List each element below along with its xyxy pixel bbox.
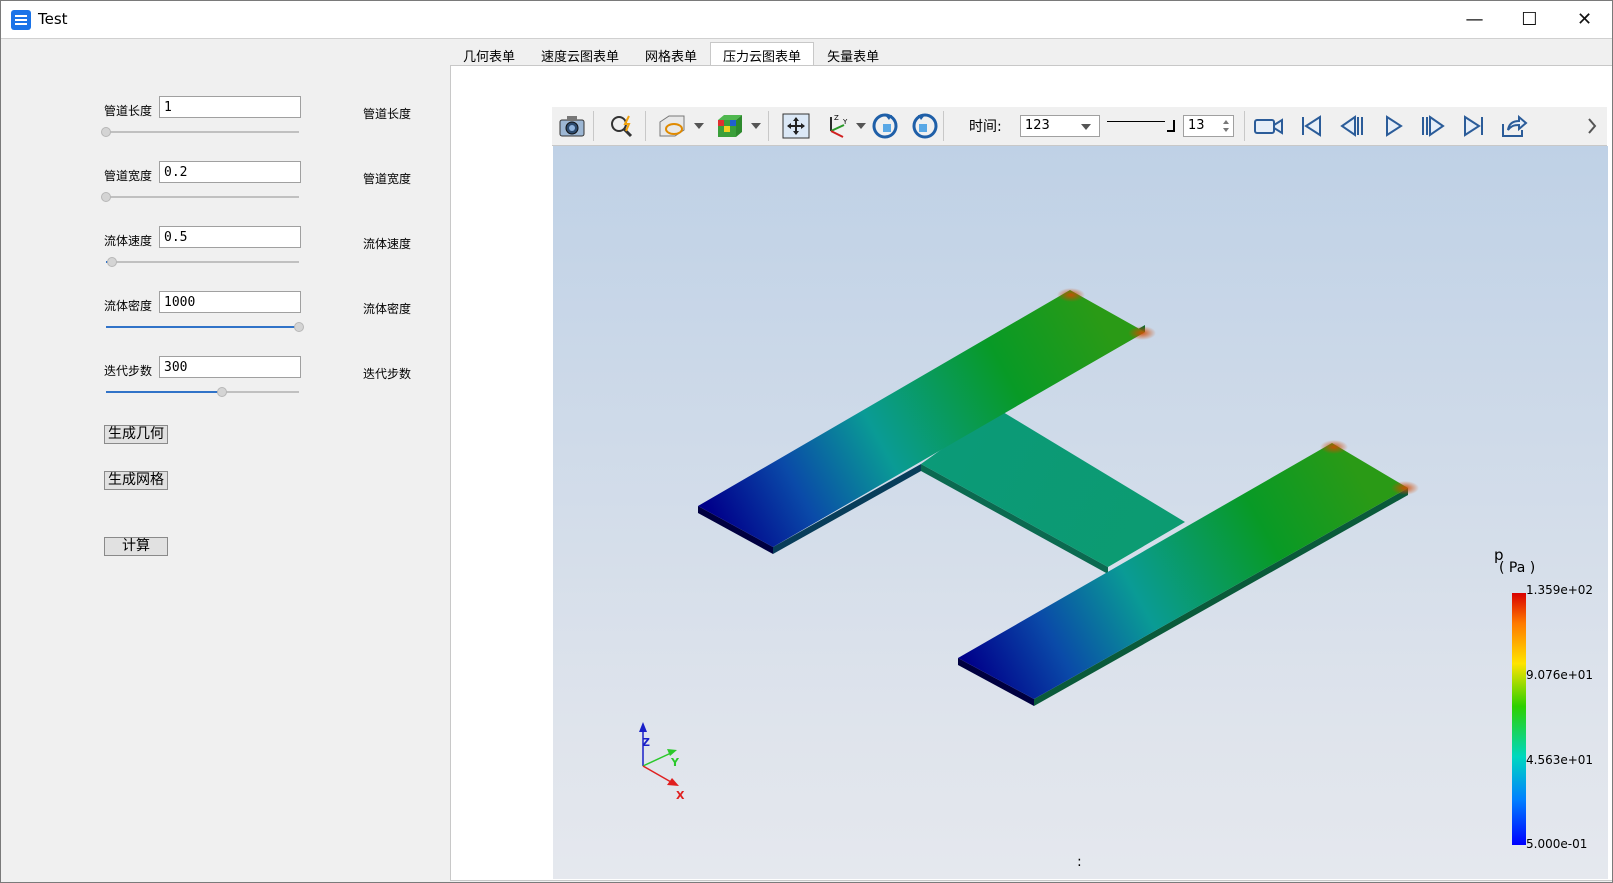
slider-handle[interactable] <box>101 192 111 202</box>
legend-tick-high: 9.076e+01 <box>1526 668 1594 682</box>
pipe-width-slider[interactable] <box>101 191 299 203</box>
chevron-down-icon[interactable] <box>751 123 761 129</box>
tab-bar: 几何表单 速度云图表单 网格表单 压力云图表单 矢量表单 <box>450 42 892 66</box>
toolbar-separator <box>768 111 769 141</box>
frame-spinbox[interactable]: 13 <box>1183 115 1234 137</box>
time-label: 时间: <box>969 119 1002 135</box>
iterations-input[interactable] <box>159 356 301 378</box>
fluid-density-label: 流体密度 <box>104 299 153 313</box>
maximize-button[interactable]: ☐ <box>1502 1 1557 38</box>
tab-velocity-contour[interactable]: 速度云图表单 <box>528 42 632 66</box>
window-title: Test <box>38 10 68 28</box>
pipe-width-label: 管道宽度 <box>104 169 153 183</box>
axis-z-label: Z <box>642 736 650 749</box>
slider-handle[interactable] <box>101 127 111 137</box>
fluid-velocity-label: 流体速度 <box>104 234 153 248</box>
viewer-status-text: : <box>1077 854 1082 870</box>
zoom-magic-icon[interactable] <box>608 113 638 139</box>
chevron-down-icon[interactable] <box>856 123 866 129</box>
time-select[interactable]: 123 <box>1020 115 1100 137</box>
toolbar-separator <box>593 111 594 141</box>
rotate-ccw-icon[interactable] <box>910 113 940 139</box>
chevron-down-icon[interactable] <box>694 123 704 129</box>
pipe-length-slider[interactable] <box>101 126 299 138</box>
fluid-density-input[interactable] <box>159 291 301 313</box>
fluid-density-slider[interactable] <box>106 321 304 333</box>
title-bar: Test — ☐ ✕ <box>1 1 1612 39</box>
generate-geometry-button[interactable]: 生成几何 <box>104 425 168 444</box>
frame-spinbox-value: 13 <box>1188 118 1205 133</box>
time-select-value: 123 <box>1025 118 1050 133</box>
next-frame-icon[interactable] <box>1418 113 1448 139</box>
toolbar-separator <box>645 111 646 141</box>
legend-tick-min: 5.000e-01 <box>1526 837 1588 851</box>
tab-geometry[interactable]: 几何表单 <box>450 42 528 66</box>
color-cube-icon[interactable] <box>715 113 745 139</box>
toolbar-overflow-icon[interactable] <box>1582 113 1602 139</box>
tab-vector[interactable]: 矢量表单 <box>814 42 892 66</box>
legend-unit: ( Pa ) <box>1499 560 1536 576</box>
prev-frame-icon[interactable] <box>1337 113 1367 139</box>
video-camera-icon[interactable] <box>1254 113 1284 139</box>
legend-tick-max: 1.359e+02 <box>1526 583 1594 597</box>
axes-icon[interactable]: ZY <box>821 113 851 139</box>
orientation-axes <box>639 722 679 786</box>
toolbar-separator <box>1244 111 1245 141</box>
rotate-cw-icon[interactable] <box>870 113 900 139</box>
pipe-width-input[interactable] <box>159 161 301 183</box>
iterations-slider[interactable] <box>106 386 299 398</box>
close-button[interactable]: ✕ <box>1557 1 1612 38</box>
time-slider-handle[interactable] <box>1167 120 1175 132</box>
pipe-width-value-label: 管道宽度 <box>363 172 412 186</box>
spin-up-icon[interactable] <box>1223 120 1229 124</box>
pipe-length-input[interactable] <box>159 96 301 118</box>
svg-text:Y: Y <box>842 118 848 126</box>
box-select-icon[interactable] <box>657 113 687 139</box>
fluid-density-value-label: 流体密度 <box>363 302 412 316</box>
render-viewport[interactable] <box>553 146 1608 879</box>
fluid-velocity-slider[interactable] <box>106 256 299 268</box>
first-frame-icon[interactable] <box>1296 113 1326 139</box>
play-icon[interactable] <box>1378 113 1408 139</box>
tab-pressure-contour[interactable]: 压力云图表单 <box>710 42 815 66</box>
compute-button[interactable]: 计算 <box>104 537 168 556</box>
slider-handle[interactable] <box>106 257 117 267</box>
slider-handle[interactable] <box>294 322 304 332</box>
chevron-down-icon <box>1081 124 1091 130</box>
svg-text:Z: Z <box>834 114 839 122</box>
axis-y-label: Y <box>671 756 679 769</box>
iterations-value-label: 迭代步数 <box>363 367 412 381</box>
fluid-velocity-value-label: 流体速度 <box>363 237 412 251</box>
export-icon[interactable] <box>1499 113 1529 139</box>
pipe-length-value-label: 管道长度 <box>363 107 412 121</box>
last-frame-icon[interactable] <box>1459 113 1489 139</box>
app-window: Test — ☐ ✕ 管道长度 管道长度 管道宽度 管道宽度 流体速度 流体速度… <box>0 0 1613 883</box>
time-slider-track[interactable] <box>1107 121 1165 122</box>
toolbar-separator <box>943 111 944 141</box>
minimize-button[interactable]: — <box>1447 1 1502 38</box>
app-icon <box>11 10 31 30</box>
axis-x-label: X <box>676 789 685 802</box>
tab-mesh[interactable]: 网格表单 <box>632 42 710 66</box>
spin-down-icon[interactable] <box>1223 128 1229 132</box>
generate-mesh-button[interactable]: 生成网格 <box>104 471 168 490</box>
camera-icon[interactable] <box>557 113 587 139</box>
iterations-label: 迭代步数 <box>104 364 153 378</box>
pipe-length-label: 管道长度 <box>104 104 153 118</box>
legend-tick-mid: 4.563e+01 <box>1526 753 1594 767</box>
fit-view-icon[interactable] <box>781 113 811 139</box>
legend-colorbar <box>1512 593 1526 845</box>
slider-handle[interactable] <box>216 387 227 397</box>
fluid-velocity-input[interactable] <box>159 226 301 248</box>
h-pipe-model <box>639 288 1419 786</box>
